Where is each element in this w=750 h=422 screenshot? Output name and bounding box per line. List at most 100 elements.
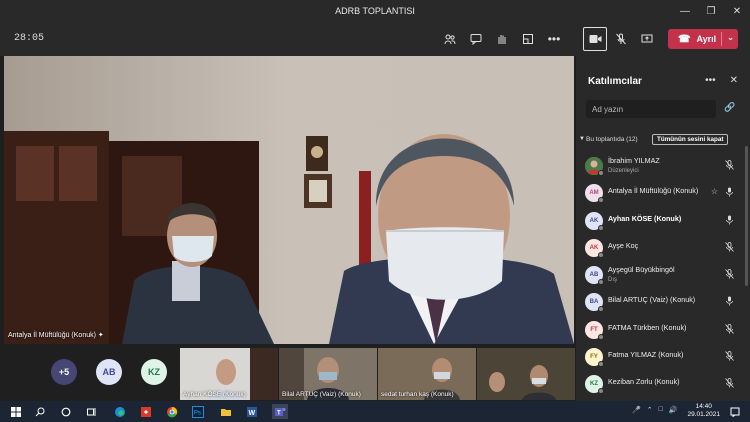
participant-row[interactable]: BA Bilal ARTUÇ (Vaiz) (Konuk) — [576, 289, 750, 316]
file-explorer-icon[interactable] — [218, 404, 234, 419]
word-icon[interactable]: W — [244, 404, 260, 419]
panel-title: Katılımcılar — [588, 76, 642, 87]
more-options-icon[interactable]: ••• — [705, 75, 716, 86]
participant-row[interactable]: KZ Keziban Zorlu (Konuk) — [576, 371, 750, 398]
maximize-icon[interactable]: ❐ — [698, 0, 724, 22]
participant-strip: +5 AB KZ Ayhan KÖSE (Konuk) Bilal ARTUÇ … — [0, 346, 576, 401]
presence-status-icon — [598, 333, 604, 340]
panel-scrollbar[interactable] — [745, 146, 748, 286]
raise-hand-icon[interactable] — [491, 29, 513, 49]
microphone-icon[interactable] — [725, 187, 734, 199]
participant-avatar — [585, 157, 604, 176]
title-bar: ADRB TOPLANTISI — ❐ ✕ — [0, 0, 750, 22]
network-icon[interactable]: □ — [659, 406, 663, 414]
participant-name: Antalya İl Müftülüğü (Konuk) — [608, 186, 699, 196]
participant-initials: BA — [589, 299, 599, 306]
microphone-muted-icon[interactable] — [725, 323, 734, 336]
microphone-icon[interactable] — [725, 296, 734, 308]
participant-row[interactable]: AM Antalya İl Müftülüğü (Konuk) ☆ — [576, 180, 750, 207]
presence-status-icon — [598, 279, 604, 286]
participant-row[interactable]: AB Ayşegül Büyükbingöl Dış — [576, 262, 750, 289]
participant-row[interactable]: AK Ayşe Koç — [576, 235, 750, 262]
overflow-participants-bubble[interactable]: +5 — [51, 359, 77, 385]
video-thumbnail[interactable] — [477, 348, 575, 400]
chrome-icon[interactable] — [164, 404, 180, 419]
share-screen-icon[interactable] — [636, 29, 658, 49]
main-video-name: Antalya İl Müftülüğü (Konuk) — [8, 332, 96, 339]
section-chevron-icon[interactable]: ▼ — [579, 136, 585, 142]
cortana-icon[interactable] — [58, 404, 74, 419]
participant-row[interactable]: İbrahim YILMAZ Düzenleyici — [576, 153, 750, 180]
window-title: ADRB TOPLANTISI — [335, 6, 415, 16]
presence-status-icon — [598, 197, 604, 204]
breakout-icon[interactable] — [517, 29, 539, 49]
thumbnail-label: Ayhan KÖSE (Konuk) — [183, 391, 246, 398]
chevron-down-icon[interactable]: ⌄ — [727, 33, 734, 42]
participant-role: Dış — [608, 277, 617, 284]
minimize-icon[interactable]: — — [672, 0, 698, 22]
participant-row[interactable]: FT FATMA Türkben (Konuk) — [576, 317, 750, 344]
photoshop-icon[interactable]: Ps — [190, 404, 206, 419]
participant-name: Keziban Zorlu (Konuk) — [608, 377, 680, 387]
hang-up-icon: ☎ — [678, 33, 691, 45]
volume-icon[interactable]: 🔊 — [669, 406, 678, 414]
participant-initials: KZ — [590, 381, 598, 388]
participant-avatar: FT — [585, 320, 604, 340]
window-controls: — ❐ ✕ — [672, 0, 750, 22]
clock-time: 14:40 — [695, 403, 712, 410]
close-panel-icon[interactable]: ✕ — [730, 75, 738, 86]
microphone-muted-icon[interactable] — [725, 378, 734, 390]
close-window-icon[interactable]: ✕ — [724, 0, 750, 22]
microphone-muted-icon[interactable] — [725, 351, 734, 363]
participant-bubble[interactable]: AB — [96, 359, 122, 385]
participant-search-input[interactable]: Ad yazın — [586, 100, 716, 118]
video-stage — [0, 56, 576, 346]
video-thumbnail[interactable]: Ayhan KÖSE (Konuk) — [180, 348, 278, 400]
participant-avatar: AM — [585, 184, 604, 204]
more-actions-icon[interactable]: ••• — [543, 29, 565, 49]
video-thumbnail[interactable]: sedat turhan kaş (Konuk) — [378, 348, 476, 400]
clock-date: 29.01.2021 — [687, 411, 720, 418]
presence-status-icon — [598, 170, 604, 176]
participant-name: Ayşegül Büyükbingöl — [608, 265, 675, 275]
pin-icon[interactable]: ✦ — [98, 332, 104, 339]
microphone-muted-icon[interactable] — [610, 29, 632, 49]
microphone-muted-icon[interactable] — [725, 269, 734, 281]
share-invite-icon[interactable]: 🔗 — [724, 102, 735, 113]
participant-avatar: FY — [585, 348, 604, 368]
participant-row[interactable]: AK Ayhan KÖSE (Konuk) — [576, 208, 750, 235]
camera-icon[interactable] — [583, 27, 607, 51]
microphone-tray-icon[interactable]: 🎤 — [632, 406, 641, 414]
leave-button[interactable]: ☎ Ayrıl ⌄ — [668, 29, 738, 49]
participant-initials: FY — [590, 354, 598, 361]
thumbnail-label: Bilal ARTUÇ (Vaiz) (Konuk) — [282, 391, 361, 398]
notification-icon[interactable] — [727, 404, 743, 419]
mute-all-button[interactable]: Tümünün sesini kapat — [652, 134, 729, 145]
expand-tray-icon[interactable]: ⌃ — [647, 406, 653, 414]
teams-icon[interactable]: T — [272, 404, 288, 419]
leave-divider — [721, 32, 722, 46]
participant-bubble[interactable]: KZ — [141, 359, 167, 385]
participant-avatar: BA — [585, 293, 604, 313]
participant-initials: AB — [102, 367, 116, 377]
raised-hand-icon: ☆ — [710, 187, 718, 197]
participants-panel: Katılımcılar ••• ✕ Ad yazın 🔗 ▼ Bu topla… — [576, 56, 750, 401]
svg-text:T: T — [277, 410, 281, 416]
participant-avatar: AK — [585, 238, 604, 258]
participant-name: Bilal ARTUÇ (Vaiz) (Konuk) — [608, 295, 696, 305]
meeting-timer: 28:05 — [14, 33, 45, 44]
participants-icon[interactable] — [439, 29, 461, 49]
clock[interactable]: 14:40 29.01.2021 — [687, 403, 720, 419]
anydesk-icon[interactable] — [138, 404, 154, 419]
windows-start-icon[interactable] — [8, 404, 24, 419]
search-icon[interactable] — [32, 404, 48, 419]
chat-icon[interactable] — [465, 29, 487, 49]
microphone-muted-icon[interactable] — [725, 160, 734, 172]
leave-label: Ayrıl — [696, 34, 717, 44]
participant-row[interactable]: FY Fatma YILMAZ (Konuk) — [576, 344, 750, 371]
microphone-muted-icon[interactable] — [725, 241, 734, 254]
task-view-icon[interactable] — [84, 404, 100, 419]
microphone-icon[interactable] — [725, 215, 734, 227]
edge-browser-icon[interactable] — [112, 404, 128, 419]
video-thumbnail[interactable]: Bilal ARTUÇ (Vaiz) (Konuk) — [279, 348, 377, 400]
